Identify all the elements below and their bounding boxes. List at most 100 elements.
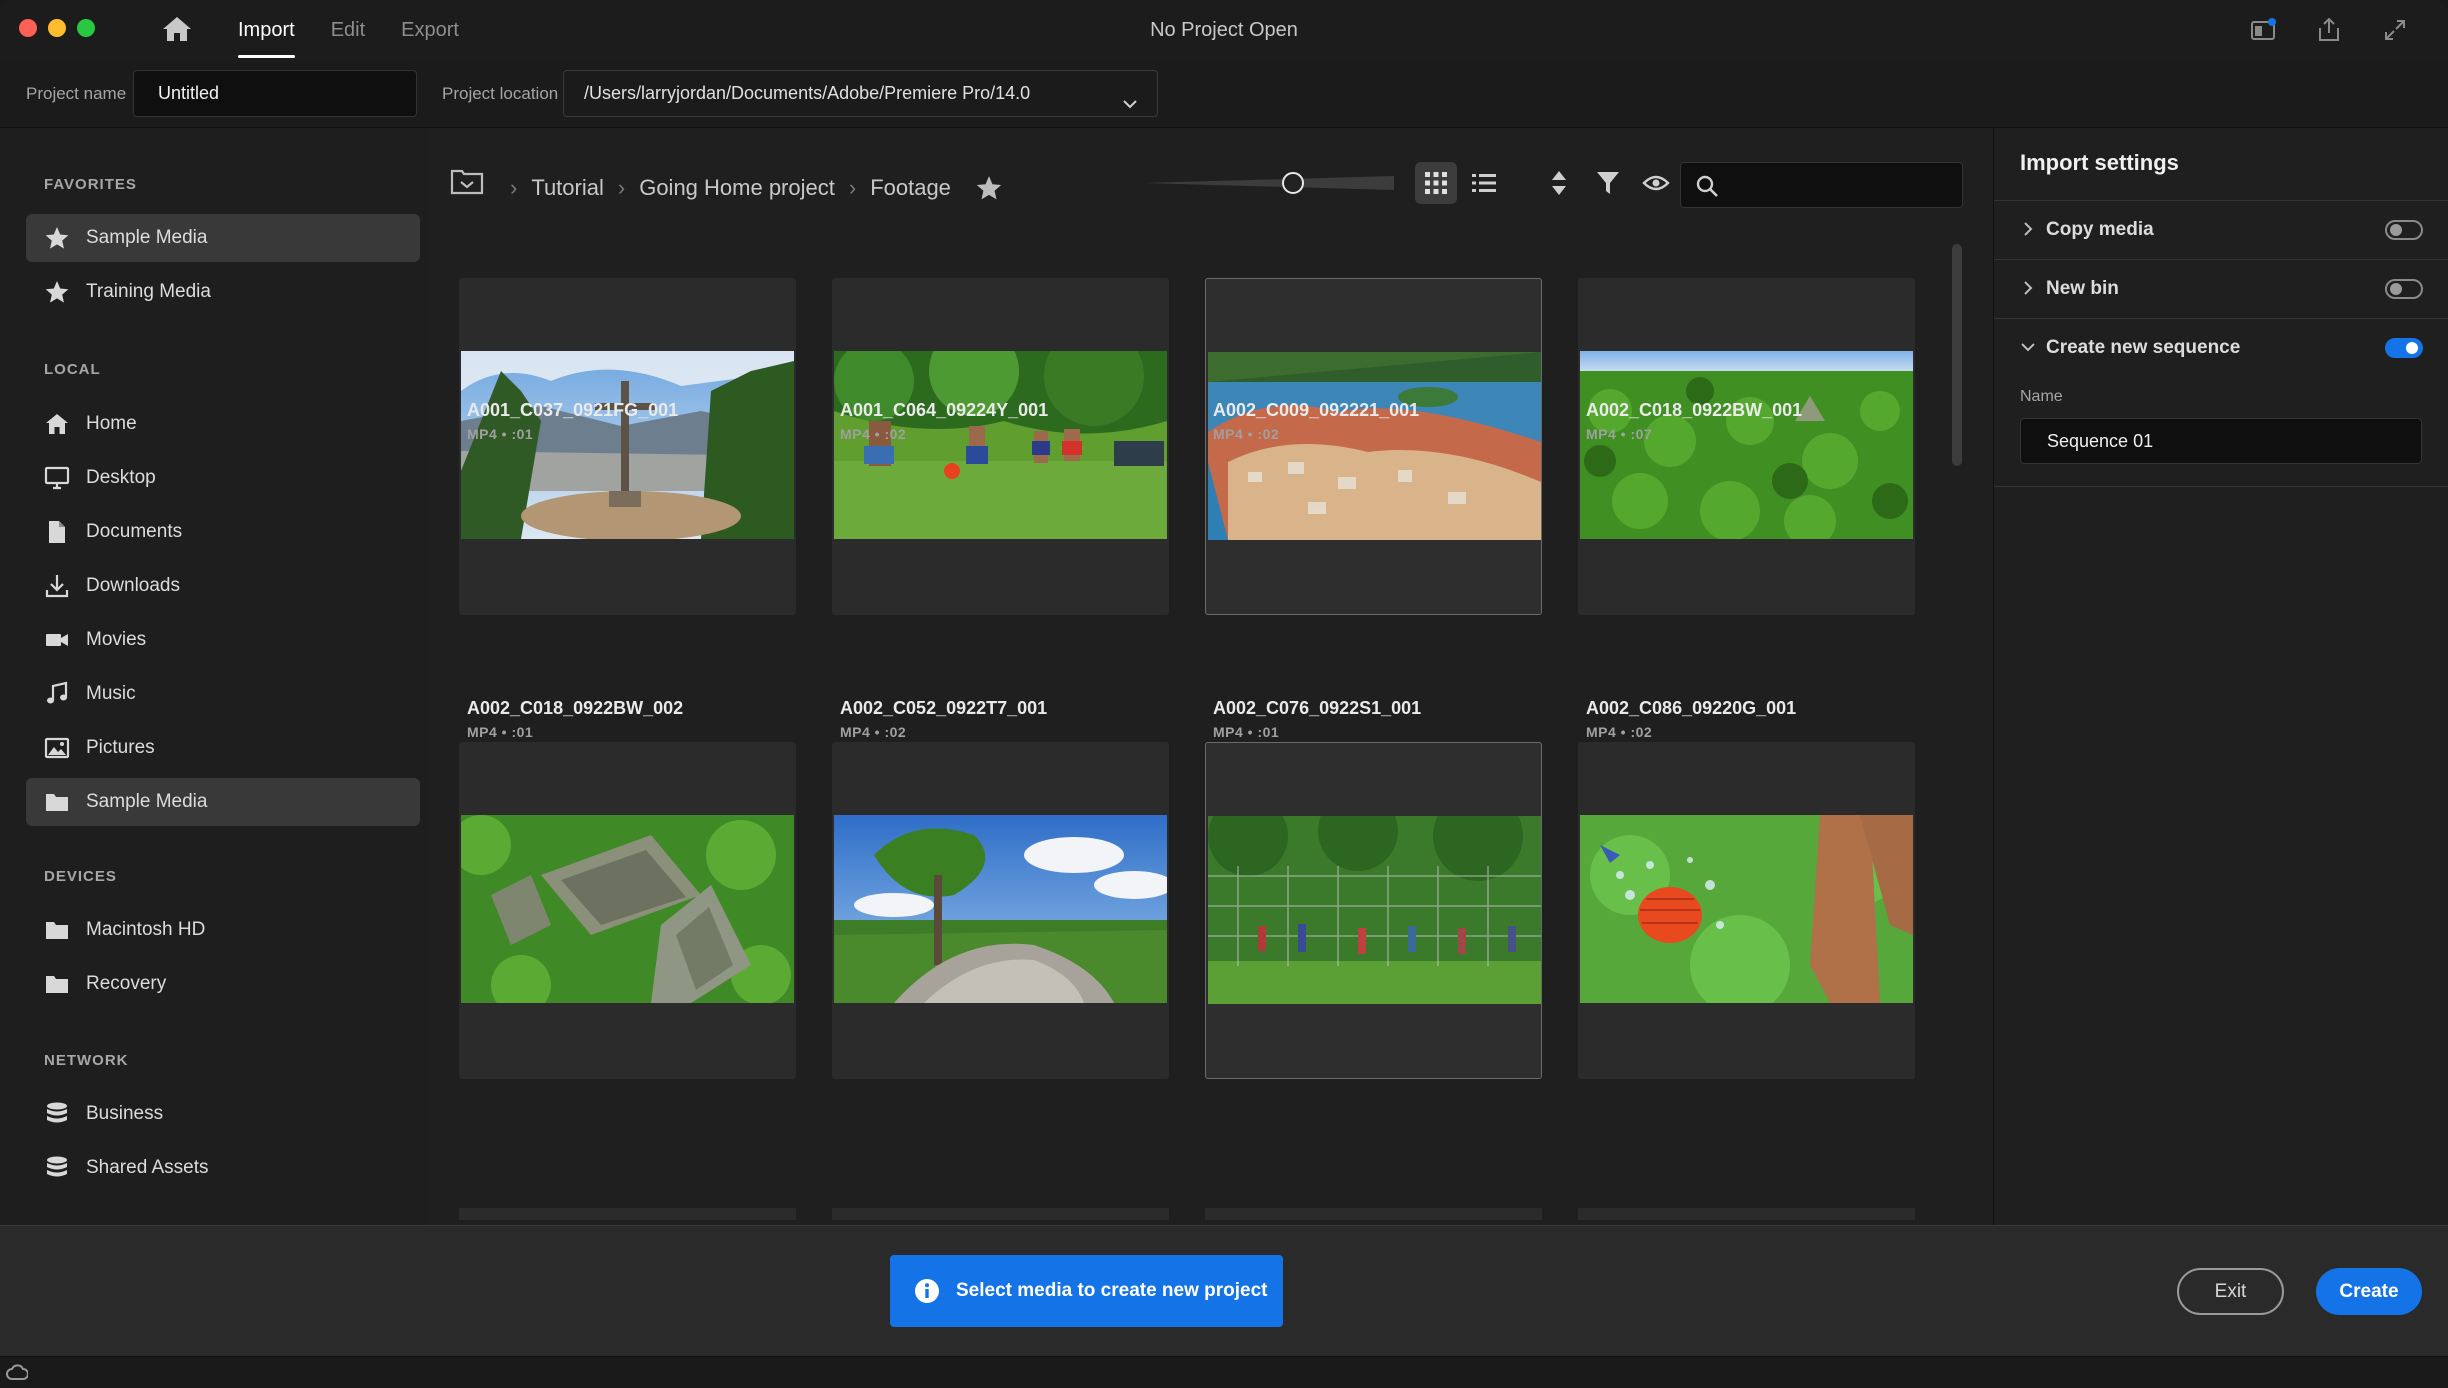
sort-icon	[1552, 171, 1566, 195]
sidebar-item-label: Downloads	[86, 575, 180, 596]
sequence-name-input[interactable]: Sequence 01	[2020, 418, 2422, 464]
sidebar-item-movies[interactable]: Movies	[26, 616, 420, 664]
panel-divider	[1994, 486, 2448, 487]
clip-name: A002_C086_09220G_001	[1586, 698, 1797, 718]
new-bin-toggle[interactable]	[2385, 279, 2423, 299]
sidebar-item-training-media[interactable]: Training Media	[26, 268, 420, 316]
sidebar-item-downloads[interactable]: Downloads	[26, 562, 420, 610]
sidebar-item-pictures[interactable]: Pictures	[26, 724, 420, 772]
fullscreen-icon[interactable]	[2380, 15, 2410, 45]
minimize-window-button[interactable]	[48, 19, 66, 37]
create-sequence-toggle[interactable]	[2385, 338, 2423, 358]
sidebar-item-documents[interactable]: Documents	[26, 508, 420, 556]
thumbnail-size-slider-handle[interactable]	[1282, 172, 1305, 194]
sidebar-item-recovery[interactable]: Recovery	[26, 960, 420, 1008]
clip-card-partial[interactable]	[459, 1208, 796, 1220]
copy-media-toggle[interactable]	[2385, 220, 2423, 240]
creative-cloud-icon[interactable]	[6, 1363, 28, 1383]
create-sequence-label: Create new sequence	[2046, 337, 2241, 358]
sidebar-item-business[interactable]: Business	[26, 1090, 420, 1138]
project-bar: Project name Untitled Project location /…	[0, 60, 2448, 128]
favorite-star-icon[interactable]	[975, 174, 1003, 202]
title-bar: Import Edit Export No Project Open	[0, 0, 2448, 60]
sort-button[interactable]	[1538, 162, 1580, 204]
copy-media-row[interactable]: Copy media	[1994, 200, 2448, 258]
clip-card[interactable]	[459, 278, 796, 615]
clip-thumbnail	[834, 815, 1167, 1003]
home-icon[interactable]	[160, 14, 194, 44]
chevron-right-icon[interactable]	[2020, 280, 2036, 296]
toggle-knob	[2390, 283, 2402, 295]
breadcrumb-item-footage[interactable]: Footage	[870, 175, 951, 201]
sidebar-item-label: Pictures	[86, 737, 155, 758]
sidebar-item-sample-media-favorite[interactable]: Sample Media	[26, 214, 420, 262]
sequence-name-label: Name	[2020, 388, 2063, 405]
project-name-label: Project name	[26, 84, 127, 103]
copy-media-label: Copy media	[2046, 219, 2154, 240]
sidebar-item-music[interactable]: Music	[26, 670, 420, 718]
home-icon	[42, 409, 72, 439]
clip-meta: MP4 • :02	[840, 724, 907, 740]
sidebar-item-label: Business	[86, 1103, 164, 1124]
zoom-window-button[interactable]	[77, 19, 95, 37]
create-button[interactable]: Create	[2316, 1268, 2422, 1315]
breadcrumb-separator: ›	[848, 175, 857, 200]
thumbnail-size-slider[interactable]	[1142, 176, 1394, 190]
exit-button[interactable]: Exit	[2177, 1268, 2284, 1315]
local-heading: LOCAL	[44, 361, 101, 378]
sidebar-item-label: Recovery	[86, 973, 167, 994]
clip-meta: MP4 • :01	[1213, 724, 1280, 740]
clip-card[interactable]	[1578, 742, 1915, 1079]
close-window-button[interactable]	[19, 19, 37, 37]
folder-browse-icon[interactable]	[450, 166, 484, 196]
new-bin-row[interactable]: New bin	[1994, 259, 2448, 317]
sidebar-item-shared-assets[interactable]: Shared Assets	[26, 1144, 420, 1192]
clip-card-partial[interactable]	[1205, 1208, 1542, 1220]
breadcrumb-item-going-home-project[interactable]: Going Home project	[639, 175, 835, 201]
clip-card-partial[interactable]	[1578, 1208, 1915, 1220]
breadcrumb-separator: ›	[510, 175, 518, 200]
search-input[interactable]	[1680, 162, 1963, 208]
clip-card[interactable]	[1578, 278, 1915, 615]
folder-icon	[42, 969, 72, 999]
workspace-icon[interactable]	[2248, 15, 2278, 45]
sidebar-item-sample-media[interactable]: Sample Media	[26, 778, 420, 826]
search-icon	[1696, 175, 1718, 197]
devices-heading: DEVICES	[44, 868, 117, 885]
sidebar-item-macintosh-hd[interactable]: Macintosh HD	[26, 906, 420, 954]
breadcrumb-item-tutorial[interactable]: Tutorial	[531, 175, 604, 201]
scrollbar-thumb[interactable]	[1952, 244, 1962, 466]
clip-card[interactable]	[832, 742, 1169, 1079]
clip-name: A002_C018_0922BW_002	[467, 698, 684, 718]
project-name-input[interactable]: Untitled	[133, 70, 417, 117]
list-view-button[interactable]	[1463, 162, 1505, 204]
clip-card-partial[interactable]	[832, 1208, 1169, 1220]
clip-meta: MP4 • :01	[467, 426, 534, 442]
clip-card-selected[interactable]	[1205, 742, 1542, 1079]
desktop-icon	[42, 463, 72, 493]
clip-thumbnail	[1580, 815, 1913, 1003]
clip-meta: MP4 • :02	[840, 426, 907, 442]
sidebar-item-home[interactable]: Home	[26, 400, 420, 448]
grid-view-button[interactable]	[1415, 162, 1457, 204]
clip-card-selected[interactable]	[1205, 278, 1542, 615]
share-icon[interactable]	[2314, 15, 2344, 45]
clip-name: A002_C009_092221_001	[1213, 400, 1420, 420]
project-location-select[interactable]: /Users/larryjordan/Documents/Adobe/Premi…	[563, 70, 1158, 117]
sidebar-item-label: Music	[86, 683, 136, 704]
chevron-down-icon[interactable]	[2020, 339, 2036, 355]
clip-card[interactable]	[459, 742, 796, 1079]
sidebar: FAVORITES Sample Media Training Media LO…	[0, 128, 430, 1225]
sidebar-item-desktop[interactable]: Desktop	[26, 454, 420, 502]
preview-button[interactable]	[1635, 162, 1677, 204]
download-icon	[42, 571, 72, 601]
clip-card[interactable]	[832, 278, 1169, 615]
info-icon	[914, 1278, 940, 1304]
filter-button[interactable]	[1587, 162, 1629, 204]
media-browser: › Tutorial › Going Home project › Footag…	[430, 128, 1993, 1225]
tab-export[interactable]: Export	[401, 0, 477, 60]
create-sequence-row[interactable]: Create new sequence	[1994, 318, 2448, 376]
chevron-right-icon[interactable]	[2020, 221, 2036, 237]
tab-edit[interactable]: Edit	[331, 0, 383, 60]
tab-import[interactable]: Import	[238, 0, 313, 60]
